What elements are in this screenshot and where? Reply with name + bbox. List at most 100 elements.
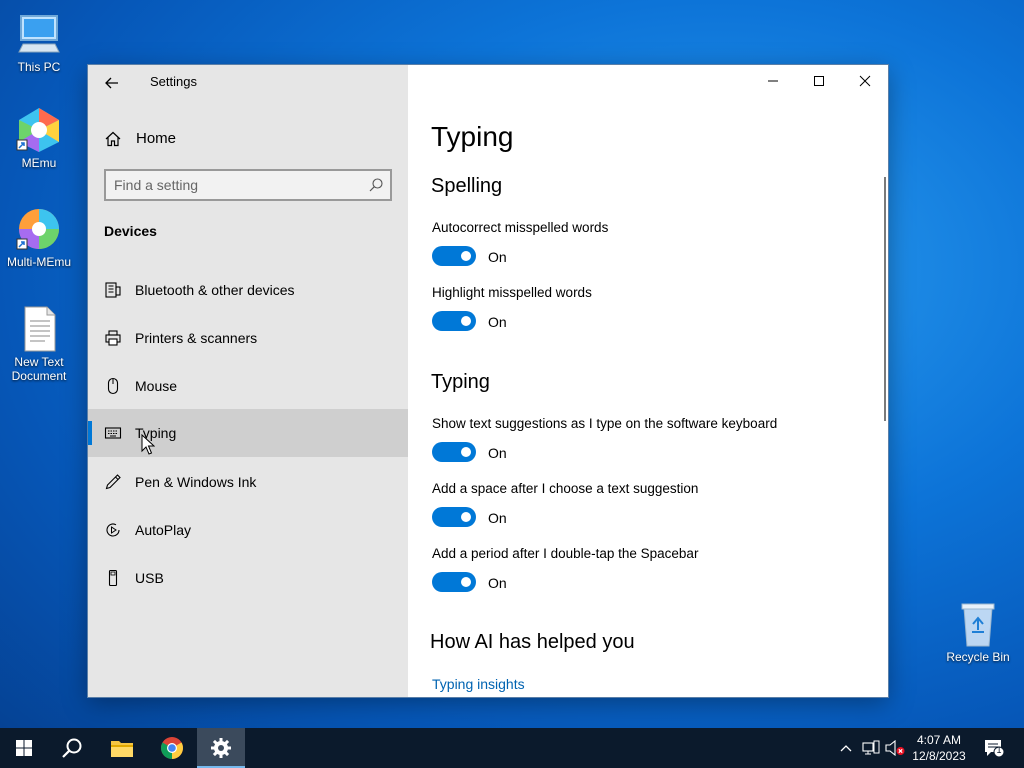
spelling-group-title: Spelling	[431, 175, 503, 197]
file-explorer-button[interactable]	[98, 728, 146, 768]
network-icon	[862, 740, 880, 755]
highlight-misspelled-toggle[interactable]	[432, 311, 476, 331]
memu-app-icon	[15, 106, 63, 154]
clock[interactable]: 4:07 AM 12/8/2023	[904, 732, 974, 764]
show-hidden-icons-button[interactable]	[836, 738, 856, 758]
toggle-knob	[461, 447, 471, 457]
taskbar: 4:07 AM 12/8/2023 1	[0, 728, 1024, 768]
folder-icon	[111, 741, 133, 757]
chrome-button[interactable]	[148, 728, 196, 768]
bluetooth-devices-icon	[105, 282, 121, 298]
autocorrect-label: Autocorrect misspelled words	[432, 220, 609, 235]
toggle-knob	[461, 577, 471, 587]
nav-section-label: Devices	[104, 223, 157, 239]
search-input[interactable]	[114, 175, 364, 195]
desktop-icon-label: This PC	[17, 60, 61, 74]
content-pane: Typing Spelling Autocorrect misspelled w…	[408, 65, 888, 697]
search-taskbar-button[interactable]	[48, 728, 96, 768]
text-suggestions-state: On	[488, 445, 507, 461]
autoplay-icon	[106, 523, 120, 537]
scrollbar[interactable]	[884, 177, 886, 421]
typing-insights-link[interactable]: Typing insights	[432, 676, 525, 692]
desktop-icon-this-pc[interactable]: This PC	[1, 10, 77, 74]
desktop-icon-label: Multi-MEmu	[6, 255, 71, 269]
desktop-icon-multi-memu[interactable]: Multi-MEmu	[1, 205, 77, 269]
computer-icon	[15, 10, 63, 58]
search-icon	[62, 738, 82, 758]
toggle-knob	[461, 512, 471, 522]
printer-icon	[105, 330, 121, 346]
chevron-up-icon	[840, 745, 852, 752]
app-title: Settings	[150, 74, 197, 89]
usb-icon	[108, 569, 118, 587]
mouse-cursor-icon	[141, 434, 155, 455]
search-icon[interactable]	[368, 177, 384, 193]
sidebar-item-label: Mouse	[135, 378, 178, 394]
sidebar-item-label: USB	[135, 570, 164, 586]
gear-icon	[211, 738, 231, 758]
sidebar-item-label: Printers & scanners	[135, 330, 258, 346]
sidebar-item-pen[interactable]: Pen & Windows Ink	[88, 458, 408, 506]
sidebar-item-printers[interactable]: Printers & scanners	[88, 314, 408, 362]
notification-count: 1	[996, 745, 1002, 755]
minimize-button[interactable]	[750, 65, 796, 97]
settings-taskbar-button[interactable]	[197, 728, 245, 768]
keyboard-icon	[104, 427, 122, 439]
clock-date: 12/8/2023	[912, 749, 966, 763]
start-button[interactable]	[0, 728, 48, 768]
text-suggestions-toggle[interactable]	[432, 442, 476, 462]
desktop-icon-label: New Text Document	[11, 355, 67, 383]
action-center-button[interactable]: 1	[982, 738, 1006, 758]
back-arrow-icon	[105, 77, 118, 89]
chrome-icon	[161, 737, 183, 759]
highlight-misspelled-label: Highlight misspelled words	[432, 285, 592, 300]
sidebar-item-label: Pen & Windows Ink	[135, 474, 257, 490]
autocorrect-toggle[interactable]	[432, 246, 476, 266]
sidebar-item-label: AutoPlay	[135, 522, 192, 538]
home-icon	[105, 131, 121, 147]
settings-window: Settings Home Devices Bluetooth &	[88, 65, 888, 697]
sidebar-item-typing[interactable]: Typing	[88, 409, 408, 457]
add-period-label: Add a period after I double-tap the Spac…	[432, 546, 699, 561]
sidebar-item-mouse[interactable]: Mouse	[88, 362, 408, 410]
desktop-icon-label: Recycle Bin	[946, 650, 1010, 664]
add-space-label: Add a space after I choose a text sugges…	[432, 481, 699, 496]
selection-indicator	[88, 421, 92, 445]
text-document-icon	[15, 305, 63, 353]
maximize-button[interactable]	[796, 65, 842, 97]
nav-home-label: Home	[136, 130, 177, 147]
desktop-icon-new-text-document[interactable]: New Text Document	[1, 305, 77, 383]
autocorrect-state: On	[488, 249, 507, 265]
minimize-icon	[768, 80, 778, 82]
highlight-misspelled-state: On	[488, 314, 507, 330]
pen-icon	[105, 474, 121, 490]
clock-time: 4:07 AM	[916, 733, 962, 747]
search-box[interactable]	[104, 169, 392, 201]
close-button[interactable]	[842, 65, 888, 97]
add-space-toggle[interactable]	[432, 507, 476, 527]
volume-muted-icon	[885, 740, 905, 756]
multi-memu-app-icon	[15, 205, 63, 253]
back-button[interactable]	[100, 71, 124, 95]
volume-button[interactable]	[885, 738, 905, 758]
desktop-icon-memu[interactable]: MEmu	[1, 106, 77, 170]
navigation-pane: Settings Home Devices Bluetooth &	[88, 65, 408, 697]
sidebar-item-bluetooth[interactable]: Bluetooth & other devices	[88, 266, 408, 314]
desktop-icon-label: MEmu	[21, 156, 57, 170]
nav-home[interactable]: Home	[88, 121, 408, 155]
sidebar-item-label: Bluetooth & other devices	[135, 282, 295, 298]
add-period-toggle[interactable]	[432, 572, 476, 592]
recycle-bin-icon	[954, 600, 1002, 648]
mouse-icon	[107, 377, 119, 395]
network-button[interactable]	[861, 738, 881, 758]
toggle-knob	[461, 251, 471, 261]
sidebar-item-autoplay[interactable]: AutoPlay	[88, 506, 408, 554]
page-title: Typing	[431, 121, 514, 152]
sidebar-item-usb[interactable]: USB	[88, 554, 408, 602]
maximize-icon	[814, 76, 824, 86]
desktop-icon-recycle-bin[interactable]: Recycle Bin	[940, 600, 1016, 664]
close-icon	[859, 75, 871, 87]
ai-group-title: How AI has helped you	[430, 631, 635, 653]
add-space-state: On	[488, 510, 507, 526]
windows-logo-icon	[16, 740, 32, 756]
